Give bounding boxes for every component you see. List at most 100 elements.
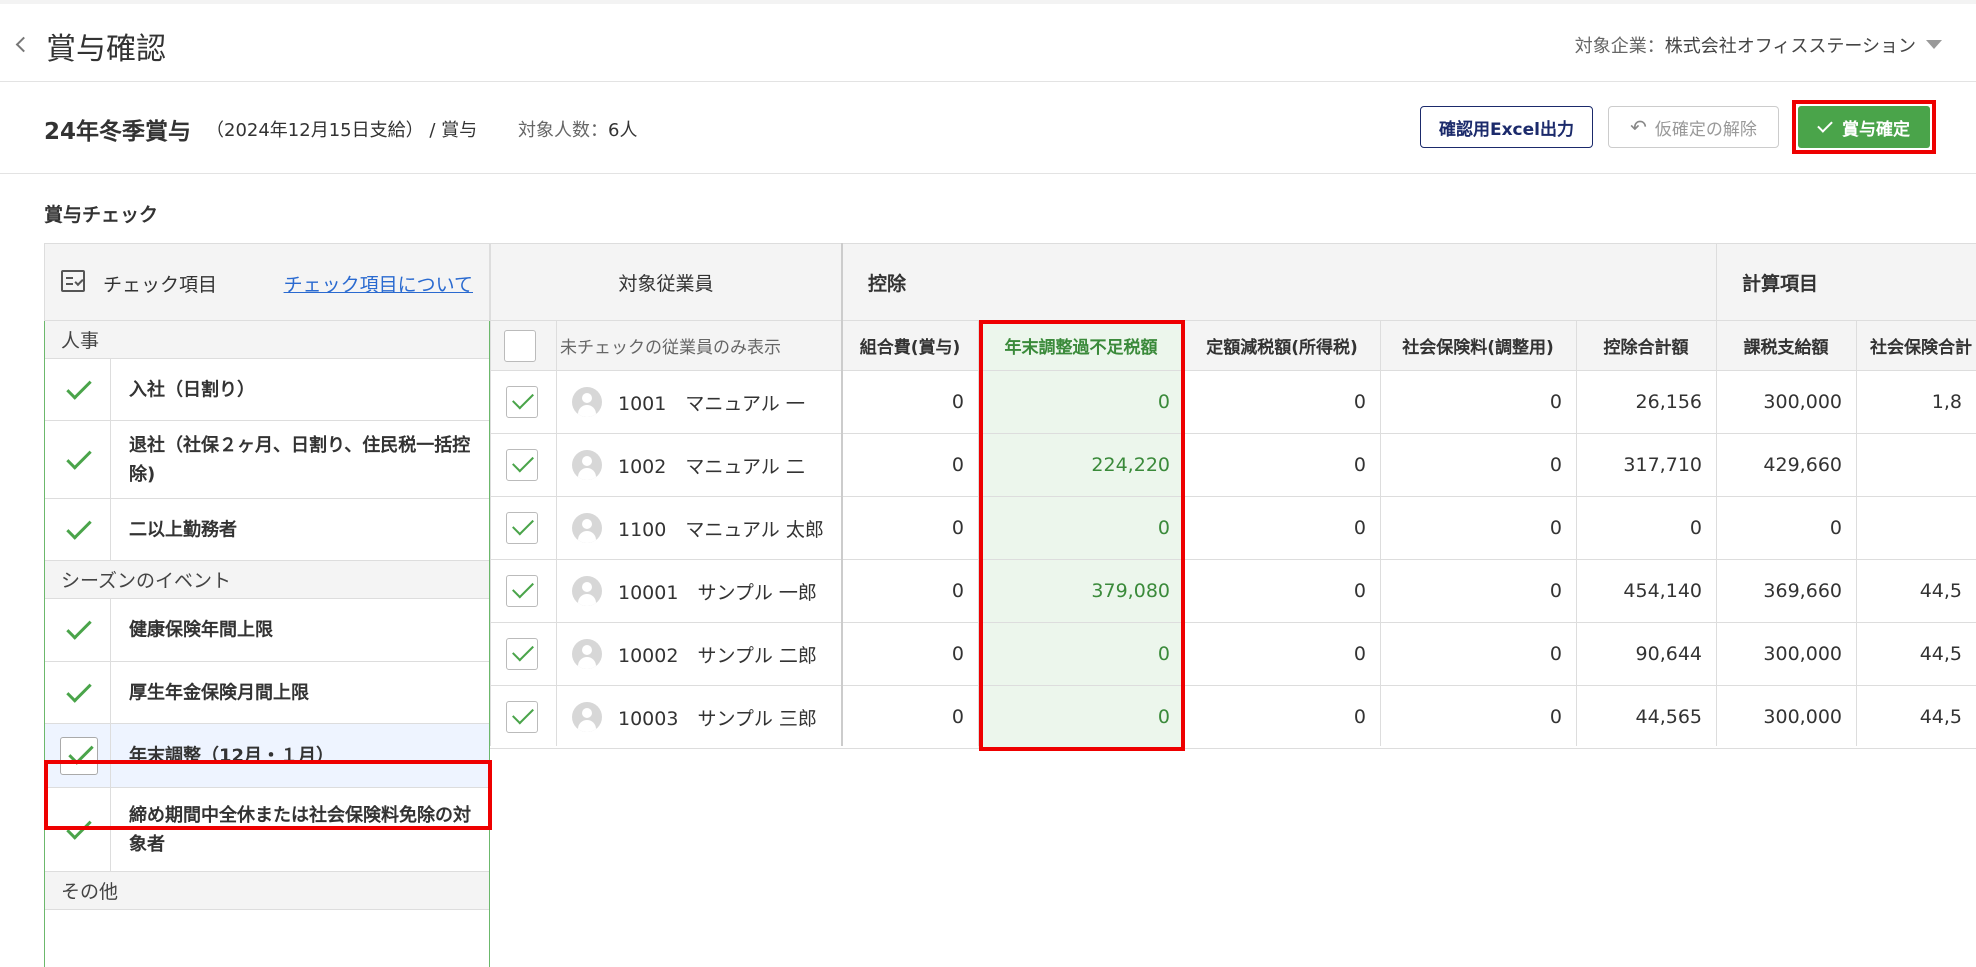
col-header: 社会保険料(調整用) <box>1380 321 1576 371</box>
checklist: 人事 入社（日割り） 退社（社保２ヶ月、日割り、住民税一括控除) 二以上勤務者 … <box>44 321 490 967</box>
cell-value: 454,140 <box>1623 580 1702 602</box>
table-row[interactable]: 10003 サンプル 三郎 0 0 0 0 44,565 300,000 44,5 <box>490 686 1976 749</box>
cell-value: 26,156 <box>1635 391 1702 413</box>
employee-name[interactable]: 1001 マニュアル 一 <box>618 371 805 433</box>
check-icon <box>68 738 94 765</box>
col-header: 控除合計額 <box>1576 321 1716 371</box>
check-item-retire[interactable]: 退社（社保２ヶ月、日割り、住民税一括控除) <box>45 421 489 499</box>
section-title: 賞与チェック <box>44 204 159 226</box>
table-cell <box>1856 497 1976 559</box>
bonus-meta: （2024年12月15日支給） / 賞与 <box>206 120 478 141</box>
avatar-icon <box>572 576 602 606</box>
cell-value: 0 <box>1549 580 1562 602</box>
confirm-bonus-button[interactable]: 賞与確定 <box>1798 106 1930 148</box>
table-cell: 0 <box>1576 497 1716 559</box>
avatar-icon <box>572 387 602 417</box>
table-cell: 300,000 <box>1716 371 1856 433</box>
table-row[interactable]: 1001 マニュアル 一 0 0 0 0 26,156 300,000 1,8 <box>490 371 1976 434</box>
checklist-header-label: チェック項目 <box>103 274 218 296</box>
table-row[interactable]: 10001 サンプル 一郎 0 379,080 0 0 454,140 369,660 44,… <box>490 560 1976 623</box>
table-cell: 224,220 <box>978 434 1184 496</box>
check-item-year-end-adjustment[interactable]: 年末調整（12月・１月） <box>45 724 489 788</box>
checklist-icon <box>61 270 85 292</box>
calc-group-header: 計算項目 <box>1716 243 1976 321</box>
cell-value: 0 <box>1689 517 1702 539</box>
top-bar: 賞与確認 対象企業：株式会社オフィスステーション <box>0 0 1976 82</box>
check-item-pension-cap[interactable]: 厚生年金保険月間上限 <box>45 662 489 724</box>
table-cell: 300,000 <box>1716 686 1856 748</box>
employee-name[interactable]: 10002 サンプル 二郎 <box>618 623 817 685</box>
unchecked-filter[interactable]: 未チェックの従業員のみ表示 <box>490 321 842 371</box>
employee-name[interactable]: 10003 サンプル 三郎 <box>618 686 817 748</box>
cell-value: 44,5 <box>1919 580 1962 602</box>
checklist-header: チェック項目 チェック項目について <box>44 243 490 321</box>
table-row[interactable]: 10002 サンプル 二郎 0 0 0 0 90,644 300,000 44,5 <box>490 623 1976 686</box>
release-provisional-button[interactable]: ↶ 仮確定の解除 <box>1608 106 1779 148</box>
table-row[interactable]: 1100 マニュアル 太郎 0 0 0 0 0 0 <box>490 497 1976 560</box>
table-cell: 300,000 <box>1716 623 1856 685</box>
headcount-value: 6人 <box>608 120 638 141</box>
table-row[interactable]: 1002 マニュアル 二 0 224,220 0 0 317,710 429,660 <box>490 434 1976 497</box>
cell-value: 317,710 <box>1623 454 1702 476</box>
check-item-health-insurance-cap[interactable]: 健康保険年間上限 <box>45 599 489 662</box>
release-label: 仮確定の解除 <box>1654 119 1757 140</box>
row-checkbox[interactable] <box>506 701 538 733</box>
row-checkbox[interactable] <box>506 386 538 418</box>
table-cell: 369,660 <box>1716 560 1856 622</box>
col-header: 課税支給額 <box>1716 321 1856 371</box>
page-title: 賞与確認 <box>46 32 166 67</box>
table-cell: 44,5 <box>1856 623 1976 685</box>
table-cell: 1,8 <box>1856 371 1976 433</box>
table-cell: 0 <box>1380 560 1576 622</box>
check-icon <box>66 443 92 470</box>
employee-name[interactable]: 1100 マニュアル 太郎 <box>618 497 824 559</box>
company-name: 株式会社オフィスステーション <box>1664 36 1916 57</box>
table-cell: 26,156 <box>1576 371 1716 433</box>
filter-checkbox[interactable] <box>504 329 536 362</box>
table-cell: 0 <box>842 623 978 685</box>
cell-value: 0 <box>951 391 964 413</box>
check-item-label: 二以上勤務者 <box>129 519 237 540</box>
confirm-label: 賞与確定 <box>1842 119 1910 140</box>
avatar-icon <box>572 450 602 480</box>
cell-value: 0 <box>1157 643 1170 665</box>
table-cell: 0 <box>1184 560 1380 622</box>
cell-value: 44,5 <box>1919 706 1962 728</box>
cell-value: 0 <box>951 580 964 602</box>
row-checkbox[interactable] <box>506 449 538 481</box>
cell-value: 0 <box>1549 643 1562 665</box>
row-checkbox[interactable] <box>506 512 538 544</box>
about-checks-link[interactable]: チェック項目について <box>284 270 473 297</box>
company-label: 対象企業： <box>1574 36 1665 57</box>
table-cell: 90,644 <box>1576 623 1716 685</box>
cell-value: 0 <box>1353 391 1366 413</box>
excel-export-button[interactable]: 確認用Excel出力 <box>1420 106 1593 148</box>
cell-value: 300,000 <box>1763 643 1842 665</box>
cell-value: 0 <box>1353 706 1366 728</box>
employee-group-header: 対象従業員 <box>490 243 842 321</box>
employee-name[interactable]: 1002 マニュアル 二 <box>618 434 805 496</box>
cell-value: 0 <box>1157 517 1170 539</box>
cell-value: 379,080 <box>1091 580 1170 602</box>
table-cell: 454,140 <box>1576 560 1716 622</box>
cell-value: 0 <box>1353 580 1366 602</box>
check-item-full-leave[interactable]: 締め期間中全休または社会保険料免除の対象者 <box>45 788 489 872</box>
check-item-multiple-employers[interactable]: 二以上勤務者 <box>45 499 489 561</box>
cell-value: 429,660 <box>1763 454 1842 476</box>
table-cell: 0 <box>978 497 1184 559</box>
cell-value: 0 <box>1549 454 1562 476</box>
back-chevron-icon[interactable] <box>14 34 28 54</box>
row-checkbox[interactable] <box>506 575 538 607</box>
table-cell: 0 <box>978 623 1184 685</box>
company-selector[interactable]: 対象企業：株式会社オフィスステーション <box>1575 32 1916 58</box>
employee-name[interactable]: 10001 サンプル 一郎 <box>618 560 817 622</box>
col-header: 組合費(賞与) <box>842 321 978 371</box>
row-checkbox[interactable] <box>506 638 538 670</box>
table-cell: 0 <box>1184 623 1380 685</box>
cell-value: 44,5 <box>1919 643 1962 665</box>
table-cell: 0 <box>1716 497 1856 559</box>
chevron-down-icon[interactable] <box>1926 40 1942 49</box>
check-item-hire[interactable]: 入社（日割り） <box>45 359 489 421</box>
checkbox <box>60 736 98 775</box>
table-cell: 44,565 <box>1576 686 1716 748</box>
